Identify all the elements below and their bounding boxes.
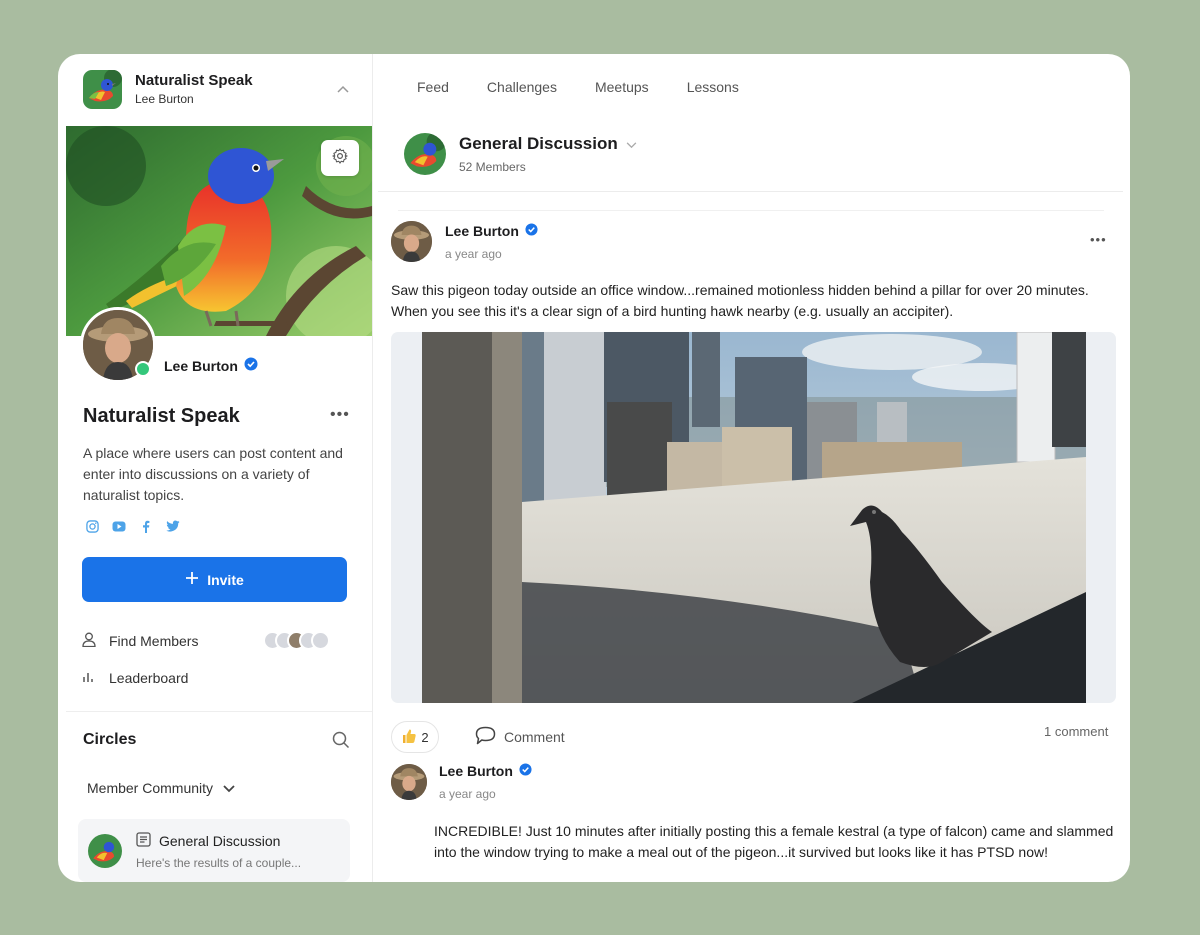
invite-button[interactable]: Invite xyxy=(82,557,347,602)
reaction-count: 2 xyxy=(421,729,429,745)
circle-item-title: General Discussion xyxy=(159,833,281,849)
profile-name-row: Lee Burton xyxy=(164,357,258,374)
verified-badge-icon xyxy=(519,763,532,779)
post-author-avatar[interactable] xyxy=(391,221,432,262)
comment-author-avatar[interactable] xyxy=(391,764,427,800)
sidebar-divider xyxy=(66,711,372,712)
document-icon xyxy=(136,832,151,850)
sidebar: Naturalist Speak Lee Burton Lee Burton N… xyxy=(58,54,373,882)
speech-bubble-icon xyxy=(475,726,496,748)
leaderboard-label: Leaderboard xyxy=(109,670,189,686)
member-community-label: Member Community xyxy=(87,780,214,796)
comment-count[interactable]: 1 comment xyxy=(1044,724,1108,739)
circles-title: Circles xyxy=(83,731,137,748)
instagram-icon[interactable] xyxy=(85,519,99,533)
gear-icon xyxy=(331,147,349,170)
group-header: General Discussion 52 Members xyxy=(404,133,637,175)
bar-chart-icon xyxy=(82,670,96,686)
chevron-down-icon xyxy=(223,780,235,796)
member-avatars[interactable] xyxy=(263,631,330,650)
profile-name[interactable]: Lee Burton xyxy=(164,358,238,374)
person-icon xyxy=(82,632,96,650)
tab-feed[interactable]: Feed xyxy=(417,79,449,95)
chevron-down-icon xyxy=(626,134,637,154)
search-icon[interactable] xyxy=(332,731,350,749)
chevron-up-icon[interactable] xyxy=(333,79,353,99)
post-timestamp: a year ago xyxy=(445,247,502,261)
app-name: Naturalist Speak xyxy=(135,72,253,89)
post-author-row: Lee Burton xyxy=(445,223,538,239)
plus-icon xyxy=(185,571,199,588)
twitter-icon[interactable] xyxy=(166,519,180,533)
group-name: General Discussion xyxy=(459,134,618,153)
circle-item-preview: Here's the results of a couple... xyxy=(136,856,302,870)
verified-badge-icon xyxy=(525,223,538,239)
community-description: A place where users can post content and… xyxy=(83,445,343,503)
circle-item-general-discussion[interactable]: General Discussion Here's the results of… xyxy=(78,819,350,882)
reaction-button[interactable]: 2 xyxy=(391,721,439,753)
thumbs-up-icon xyxy=(401,728,417,747)
post-divider xyxy=(398,210,1104,211)
post-body: Saw this pigeon today outside an office … xyxy=(391,282,1089,319)
tab-challenges[interactable]: Challenges xyxy=(487,79,557,95)
app-window: Naturalist Speak Lee Burton Lee Burton N… xyxy=(58,54,1130,882)
circle-item-title-row: General Discussion xyxy=(136,832,280,850)
group-member-count: 52 Members xyxy=(459,160,526,174)
member-avatar xyxy=(311,631,330,650)
post-author-name[interactable]: Lee Burton xyxy=(445,223,519,239)
comment-timestamp: a year ago xyxy=(439,787,496,801)
tab-lessons[interactable]: Lessons xyxy=(687,79,739,95)
header-divider xyxy=(378,191,1123,192)
social-links xyxy=(85,519,180,533)
find-members-link[interactable]: Find Members xyxy=(82,632,198,650)
member-community-dropdown[interactable]: Member Community xyxy=(87,780,235,796)
post-more-options-icon[interactable]: ••• xyxy=(1090,232,1107,247)
comment-author-name[interactable]: Lee Burton xyxy=(439,763,513,779)
comment-label: Comment xyxy=(504,729,565,745)
current-user-name: Lee Burton xyxy=(135,92,194,106)
facebook-icon[interactable] xyxy=(139,519,153,533)
settings-button[interactable] xyxy=(321,140,359,176)
verified-badge-icon xyxy=(244,357,258,374)
post-image-container xyxy=(391,332,1116,703)
community-more-options-icon[interactable]: ••• xyxy=(330,406,350,424)
group-avatar xyxy=(404,133,446,175)
youtube-icon[interactable] xyxy=(112,519,126,533)
leaderboard-link[interactable]: Leaderboard xyxy=(82,670,188,686)
find-members-label: Find Members xyxy=(109,633,199,649)
circle-avatar xyxy=(88,834,122,868)
main-tabs: Feed Challenges Meetups Lessons xyxy=(417,79,739,95)
community-switcher[interactable]: Naturalist Speak Lee Burton xyxy=(83,69,353,109)
comment-button[interactable]: Comment xyxy=(475,726,565,748)
post-image[interactable] xyxy=(422,332,1086,703)
community-title: Naturalist Speak xyxy=(83,405,240,427)
comment-body: INCREDIBLE! Just 10 minutes after initia… xyxy=(434,823,1114,860)
online-status-indicator xyxy=(135,361,151,377)
app-logo xyxy=(83,69,122,109)
group-selector[interactable]: General Discussion xyxy=(459,134,637,154)
tab-meetups[interactable]: Meetups xyxy=(595,79,649,95)
invite-label: Invite xyxy=(207,571,244,588)
comment-author-row: Lee Burton xyxy=(439,763,532,779)
